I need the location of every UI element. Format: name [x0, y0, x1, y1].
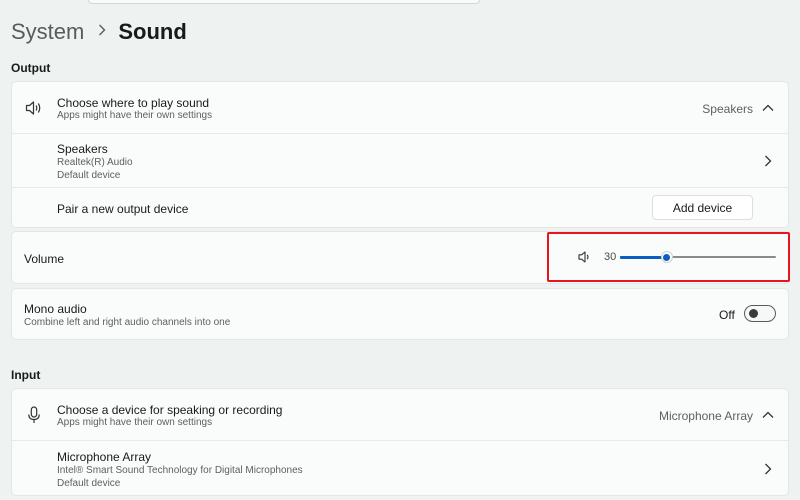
chevron-right-icon [762, 155, 774, 167]
pair-output-row: Pair a new output device Add device [12, 188, 788, 227]
mono-audio-toggle[interactable] [744, 305, 776, 322]
mono-audio-row: Mono audio Combine left and right audio … [11, 288, 789, 340]
input-device-name: Microphone Array [57, 450, 152, 464]
choose-input-title: Choose a device for speaking or recordin… [57, 403, 283, 417]
output-device-speakers[interactable]: Speakers Realtek(R) Audio Default device [12, 134, 788, 188]
output-device-name: Speakers [57, 142, 108, 156]
chevron-right-icon [762, 463, 774, 475]
selected-input-value: Microphone Array [658, 409, 753, 423]
output-device-group: Choose where to play sound Apps might ha… [11, 81, 789, 228]
breadcrumb-system[interactable]: System [11, 19, 84, 45]
speaker-icon [24, 98, 44, 118]
output-device-driver: Realtek(R) Audio [57, 157, 133, 168]
breadcrumb-separator-icon [98, 23, 106, 41]
volume-speaker-icon[interactable] [578, 250, 592, 264]
chevron-up-icon[interactable] [762, 409, 774, 421]
selected-output-value: Speakers [702, 102, 753, 116]
mono-audio-subtitle: Combine left and right audio channels in… [24, 317, 231, 328]
volume-slider[interactable] [620, 251, 776, 263]
add-output-device-button[interactable]: Add device [652, 195, 753, 220]
volume-slider-thumb[interactable] [660, 251, 673, 263]
input-device-group: Choose a device for speaking or recordin… [11, 388, 789, 496]
choose-output-title: Choose where to play sound [57, 96, 210, 110]
search-box-edge [88, 0, 480, 4]
mono-audio-title: Mono audio [24, 302, 87, 316]
input-section-label: Input [11, 368, 41, 382]
input-device-driver: Intel® Smart Sound Technology for Digita… [57, 465, 303, 476]
choose-output-row[interactable]: Choose where to play sound Apps might ha… [12, 82, 788, 134]
breadcrumb: System Sound [11, 16, 187, 48]
microphone-icon [24, 405, 44, 425]
volume-value: 30 [604, 251, 617, 263]
volume-label: Volume [24, 252, 65, 266]
pair-output-label: Pair a new output device [57, 202, 189, 216]
choose-input-row[interactable]: Choose a device for speaking or recordin… [12, 389, 788, 441]
chevron-up-icon[interactable] [762, 102, 774, 114]
input-device-status: Default device [57, 478, 121, 489]
volume-slider-fill [620, 255, 667, 259]
output-device-status: Default device [57, 170, 121, 181]
mono-audio-toggle-knob [749, 309, 758, 318]
choose-input-subtitle: Apps might have their own settings [57, 417, 213, 428]
output-section-label: Output [11, 61, 51, 75]
choose-output-subtitle: Apps might have their own settings [57, 110, 213, 121]
input-device-microphone-array[interactable]: Microphone Array Intel® Smart Sound Tech… [12, 441, 788, 495]
mono-audio-state-label: Off [719, 308, 735, 322]
page-title: Sound [118, 19, 187, 44]
